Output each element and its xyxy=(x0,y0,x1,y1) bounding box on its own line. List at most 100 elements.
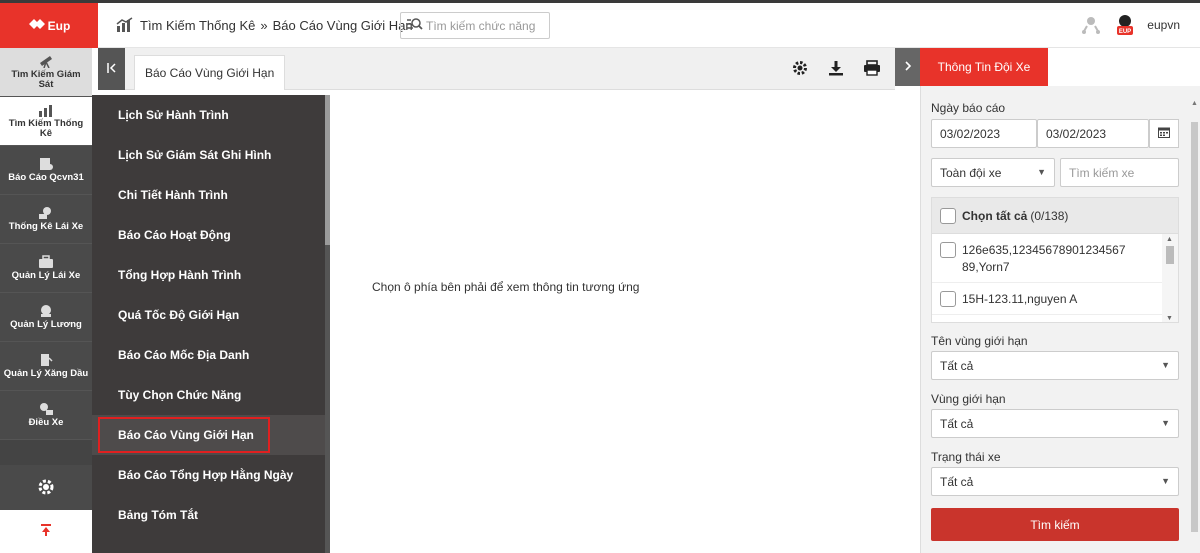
scroll-up-icon[interactable]: ▲ xyxy=(1166,236,1173,243)
date-from-field[interactable]: 03/02/2023 xyxy=(931,119,1037,148)
vehicle-checkbox[interactable] xyxy=(940,291,956,307)
caret-down-icon: ▼ xyxy=(1161,360,1170,370)
print-icon[interactable] xyxy=(863,59,881,77)
sidebar-item-fuel[interactable]: Quản Lý Xăng Dầu xyxy=(0,342,92,391)
username[interactable]: eupvn xyxy=(1147,18,1180,32)
chart-icon xyxy=(116,17,134,33)
sidebar-item-label: Điều Xe xyxy=(28,417,64,428)
select-all-count: (0/138) xyxy=(1030,208,1069,223)
sidebar-item-label: Quản Lý Lái Xe xyxy=(11,270,81,281)
vehicle-search-input[interactable]: Tìm kiếm xe xyxy=(1060,158,1179,187)
search-icon xyxy=(407,17,423,34)
submenu-item-selected[interactable]: Báo Cáo Vùng Giới Hạn xyxy=(92,415,330,455)
users-icon[interactable] xyxy=(1079,14,1103,36)
fleet-select-value: Toàn đội xe xyxy=(940,165,1002,180)
logo-text: Eup xyxy=(47,18,71,33)
tab-label: Báo Cáo Vùng Giới Hạn xyxy=(145,66,275,80)
submenu-item[interactable]: Quá Tốc Độ Giới Hạn xyxy=(92,295,330,335)
select-all-row[interactable]: Chọn tất cả (0/138) xyxy=(932,198,1178,234)
chevron-left-icon xyxy=(106,62,117,77)
tab-fleet-info[interactable]: Thông Tin Đội Xe xyxy=(920,48,1048,86)
top-header: Tìm Kiếm Thống Kê » Báo Cáo Vùng Giới Hạ… xyxy=(98,3,1200,48)
user-area: EUP eupvn xyxy=(1079,14,1180,36)
submenu-item[interactable]: Tùy Chọn Chức Năng xyxy=(92,375,330,415)
zone-name-select[interactable]: Tất cả ▼ xyxy=(931,351,1179,380)
vehicle-row[interactable]: 126e635,12345678901234567 89,Yorn7 xyxy=(932,234,1178,283)
submenu-item-label: Báo Cáo Hoạt Động xyxy=(118,228,231,242)
function-search-input[interactable] xyxy=(426,18,544,33)
empty-state-message: Chọn ô phía bên phải để xem thông tin tư… xyxy=(372,280,640,294)
vehicle-row[interactable]: 15H-123.11,nguyen A xyxy=(932,283,1178,315)
fleet-select[interactable]: Toàn đội xe ▼ xyxy=(931,158,1055,187)
zone-name-value: Tất cả xyxy=(940,358,974,373)
search-button[interactable]: Tìm kiếm xyxy=(931,508,1179,541)
download-icon[interactable] xyxy=(827,59,845,77)
calendar-button[interactable] xyxy=(1149,119,1179,148)
breadcrumb: Tìm Kiếm Thống Kê » Báo Cáo Vùng Giới Hạ… xyxy=(116,17,413,33)
vehicle-checkbox[interactable] xyxy=(940,242,956,258)
submenu-item[interactable]: Chi Tiết Hành Trình xyxy=(92,175,330,215)
scrollbar-thumb[interactable] xyxy=(325,95,330,245)
sidebar-item-label: Quản Lý Xăng Dầu xyxy=(3,368,89,379)
sidebar-item-label: Thống Kê Lái Xe xyxy=(8,221,84,232)
chart-icon xyxy=(38,103,54,117)
scroll-down-icon[interactable]: ▼ xyxy=(1166,315,1173,322)
zone-value: Tất cả xyxy=(940,416,974,431)
submenu-item-label: Tùy Chọn Chức Năng xyxy=(118,388,242,402)
sidebar-item-monitoring[interactable]: Tìm Kiếm Giám Sát xyxy=(0,48,92,97)
sidebar-item-driver-manage[interactable]: Quản Lý Lái Xe xyxy=(0,244,92,293)
submenu-item[interactable]: Báo Cáo Tổng Hợp Hằng Ngày xyxy=(92,455,330,495)
submenu-item-label: Bảng Tóm Tắt xyxy=(118,508,198,522)
vehicle-label: 126e635,12345678901234567 89,Yorn7 xyxy=(962,243,1126,274)
logo-mark-icon xyxy=(28,18,46,33)
sidebar-item-salary[interactable]: Quản Lý Lương xyxy=(0,293,92,342)
right-header-space xyxy=(1048,48,1200,86)
collapse-submenu-button[interactable] xyxy=(98,48,125,90)
caret-down-icon: ▼ xyxy=(1037,167,1046,177)
scroll-up-icon[interactable]: ▲ xyxy=(1191,100,1198,107)
sidebar-item-label: Tìm Kiếm Thống Kê xyxy=(8,118,84,139)
breadcrumb-parent[interactable]: Tìm Kiếm Thống Kê xyxy=(140,18,255,33)
gear-icon[interactable] xyxy=(791,59,809,77)
date-label: Ngày báo cáo xyxy=(931,101,1006,115)
submenu-scrollbar[interactable] xyxy=(325,95,330,553)
submenu-item-label: Báo Cáo Tổng Hợp Hằng Ngày xyxy=(118,468,294,482)
calendar-icon xyxy=(1158,126,1170,141)
submenu-item[interactable]: Tổng Hợp Hành Trình xyxy=(92,255,330,295)
submenu-item[interactable]: Lịch Sử Giám Sát Ghi Hình xyxy=(92,135,330,175)
vehicle-list: Chọn tất cả (0/138) 126e635,123456789012… xyxy=(931,197,1179,323)
sidebar-item-qcvn31[interactable]: Báo Cáo Qcvn31 xyxy=(0,146,92,195)
function-search[interactable] xyxy=(400,12,550,39)
salary-icon xyxy=(38,304,54,318)
tab-zone-report[interactable]: Báo Cáo Vùng Giới Hạn xyxy=(134,55,286,90)
status-label: Trạng thái xe xyxy=(931,450,1001,464)
sidebar-item-statistics[interactable]: Tìm Kiếm Thống Kê xyxy=(0,97,92,146)
submenu-item[interactable]: Bảng Tóm Tắt xyxy=(92,495,330,535)
settings-button[interactable] xyxy=(0,465,92,511)
sidebar-item-dispatch[interactable]: Điều Xe xyxy=(0,391,92,440)
submenu-item[interactable]: Lịch Sử Hành Trình xyxy=(92,95,330,135)
submenu-item[interactable]: Báo Cáo Mốc Địa Danh xyxy=(92,335,330,375)
sidebar-item-label: Báo Cáo Qcvn31 xyxy=(8,172,84,183)
caret-down-icon: ▼ xyxy=(1161,418,1170,428)
submenu-item[interactable]: Báo Cáo Hoạt Động xyxy=(92,215,330,255)
vehicle-list-scrollbar[interactable]: ▲ ▼ xyxy=(1162,234,1178,322)
submenu-item-label: Báo Cáo Mốc Địa Danh xyxy=(118,348,250,362)
toggle-right-panel-button[interactable] xyxy=(895,48,920,86)
app-logo[interactable]: Eup xyxy=(0,3,98,48)
fuel-icon xyxy=(38,353,54,367)
sidebar-item-driver-stats[interactable]: Thống Kê Lái Xe xyxy=(0,195,92,244)
date-to-field[interactable]: 03/02/2023 xyxy=(1037,119,1149,148)
panel-scrollbar[interactable]: ▲ xyxy=(1188,86,1200,553)
zone-select[interactable]: Tất cả ▼ xyxy=(931,409,1179,438)
select-all-checkbox[interactable] xyxy=(940,207,956,224)
scrollbar-thumb[interactable] xyxy=(1166,246,1174,264)
report-car-icon xyxy=(38,157,54,171)
scroll-top-button[interactable] xyxy=(0,510,92,553)
scrollbar-thumb[interactable] xyxy=(1191,122,1198,532)
submenu-item-label: Chi Tiết Hành Trình xyxy=(118,188,228,202)
status-select[interactable]: Tất cả ▼ xyxy=(931,467,1179,496)
breadcrumb-current: Báo Cáo Vùng Giới Hạn xyxy=(272,17,413,33)
selection-highlight xyxy=(98,417,270,453)
avatar[interactable]: EUP xyxy=(1113,14,1137,36)
